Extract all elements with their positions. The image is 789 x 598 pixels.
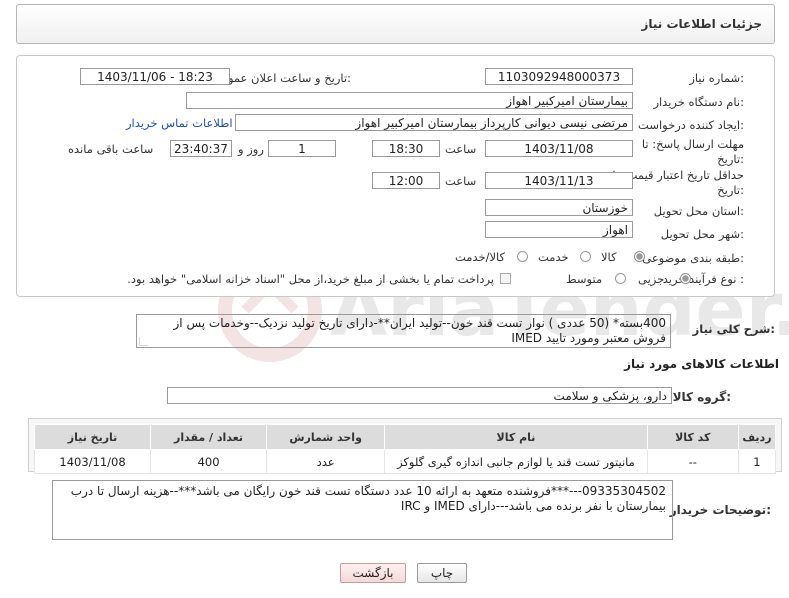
process-radio-medium[interactable] — [615, 273, 626, 284]
cell-name: مانیتور تست قند یا لوازم جانبی اندازه گی… — [384, 449, 648, 474]
process-label: نوع فرآیند خرید : — [662, 272, 744, 286]
cell-unit: عدد — [266, 449, 386, 474]
need-number-label: شماره نیاز: — [689, 71, 744, 85]
category-label: طبقه بندی موضوعی: — [642, 251, 744, 265]
category-radio-goods-service[interactable] — [517, 251, 528, 262]
col-unit-header: واحد شمارش — [266, 424, 386, 450]
province-field: خوزستان — [485, 199, 633, 216]
page-title: جزئیات اطلاعات نیاز — [641, 17, 762, 31]
buyer-notes-text: 09335304502---***فروشنده متعهد به ارائه … — [70, 484, 666, 513]
days-label: روز و — [238, 142, 264, 156]
process-option-minor: جزیی — [638, 272, 665, 286]
buyer-notes-box: 09335304502---***فروشنده متعهد به ارائه … — [52, 480, 673, 540]
cell-row: 1 — [737, 449, 777, 474]
cell-date: 1403/11/08 — [33, 449, 152, 474]
col-date-header: تاریخ نیاز — [33, 424, 152, 450]
category-option-goods: کالا — [601, 250, 617, 264]
creator-label: ایجاد کننده درخواست: — [638, 118, 744, 132]
goods-table-header: ردیف کد کالا نام کالا واحد شمارش تعداد /… — [33, 424, 777, 450]
resize-grip-icon[interactable] — [139, 337, 148, 346]
category-radio-service[interactable] — [580, 251, 591, 262]
col-code-header: کد کالا — [646, 424, 739, 450]
city-label: شهر محل تحویل: — [660, 227, 744, 241]
goods-group-label: گروه کالا: — [672, 390, 731, 404]
col-name-header: نام کالا — [384, 424, 648, 450]
table-row: 1 -- مانیتور تست قند یا لوازم جانبی اندا… — [33, 449, 777, 474]
category-option-service: خدمت — [538, 250, 569, 264]
need-number-field: 1103092948000373 — [485, 68, 633, 85]
buyer-org-field: بیمارستان امیرکبیر اهواز — [186, 92, 633, 109]
remaining-label: ساعت باقی مانده — [68, 142, 154, 156]
deadline-date-field: 1403/11/08 — [485, 140, 633, 157]
treasury-payment-checkbox[interactable] — [500, 273, 511, 284]
buyer-notes-label: توضیحات خریدار: — [669, 503, 771, 517]
cell-qty: 400 — [150, 449, 268, 474]
validity-date-field: 1403/11/13 — [485, 172, 633, 189]
validity-time-label: ساعت — [445, 174, 477, 188]
category-radio-goods[interactable] — [634, 251, 645, 262]
process-option-medium: متوسط — [566, 272, 603, 286]
description-label: شرح کلی نیاز: — [692, 322, 775, 336]
goods-table: ردیف کد کالا نام کالا واحد شمارش تعداد /… — [33, 424, 777, 474]
deadline-time-label: ساعت — [445, 142, 477, 156]
creator-field: مرتضی نیسی دیوانی کارپرداز بیمارستان امی… — [235, 114, 633, 131]
days-field: 1 — [268, 140, 336, 157]
validity-time-field: 12:00 — [372, 172, 440, 189]
buyer-org-label: نام دستگاه خریدار: — [653, 95, 744, 109]
validity-label-date: تاریخ: — [717, 183, 744, 197]
province-label: استان محل تحویل: — [653, 204, 744, 218]
announce-field: 1403/11/06 - 18:23 — [80, 68, 230, 85]
contact-info-link[interactable]: اطلاعات تماس خریدار — [126, 116, 233, 130]
remaining-time-field: 23:40:37 — [170, 140, 232, 157]
category-option-goods-service: کالا/خدمت — [455, 250, 506, 264]
print-button[interactable]: چاپ — [417, 563, 467, 583]
description-text: 400بسته* (50 عددی ) نوار تست قند خون--تو… — [173, 316, 666, 345]
cell-code: -- — [646, 449, 739, 474]
treasury-payment-note: پرداخت تمام یا بخشی از مبلغ خرید،از محل … — [127, 272, 494, 286]
announce-label: تاریخ و ساعت اعلان عمومی: — [212, 71, 351, 85]
page-header: جزئیات اطلاعات نیاز — [16, 4, 775, 44]
col-row-header: ردیف — [737, 424, 777, 450]
process-radio-minor[interactable] — [680, 273, 691, 284]
deadline-label-date: تاریخ: — [717, 152, 744, 166]
deadline-label: مهلت ارسال پاسخ: تا — [641, 137, 744, 151]
city-field: اهواز — [485, 221, 633, 238]
deadline-time-field: 18:30 — [372, 140, 440, 157]
goods-group-field: دارو، پزشکی و سلامت — [167, 387, 672, 404]
goods-info-title: اطلاعات کالاهای مورد نیاز — [624, 357, 779, 371]
description-textarea: 400بسته* (50 عددی ) نوار تست قند خون--تو… — [136, 314, 671, 348]
col-qty-header: تعداد / مقدار — [150, 424, 268, 450]
back-button[interactable]: بازگشت — [340, 563, 406, 583]
